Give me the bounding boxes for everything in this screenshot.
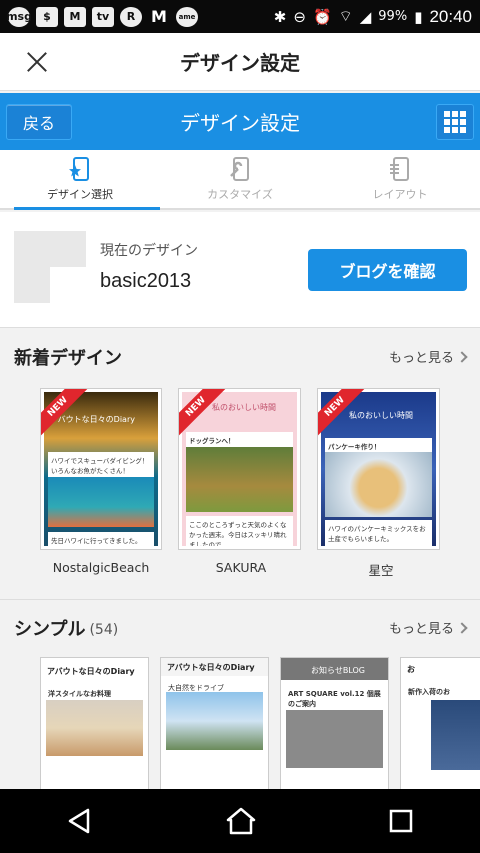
thumb-photo — [286, 710, 383, 768]
new-designs-section: 新着デザイン もっと見る アバウトな日々のDiary ハワイでスキューバダイビン… — [0, 329, 480, 599]
thumb-blog-title: アバウトな日々のDiary — [47, 667, 135, 676]
do-not-disturb-icon: ⊖ — [293, 7, 306, 26]
alarm-icon: ⏰ — [312, 7, 332, 26]
simple-design-card[interactable]: アバウトな日々のDiary 洋スタイルなお料理 — [40, 657, 149, 789]
more-label: もっと見る — [388, 351, 454, 366]
phone-layout-icon — [390, 157, 409, 181]
mcdonalds-icon: M — [148, 6, 170, 27]
bluetooth-icon: ✱ — [273, 7, 287, 26]
thumb-photo — [325, 452, 432, 517]
thumb-photo — [166, 692, 263, 750]
thumb-photo — [186, 447, 293, 512]
tab-label: デザイン選択 — [47, 188, 113, 201]
current-design-name: basic2013 — [100, 270, 192, 292]
thumb-post-title: 新作入荷のお — [405, 684, 480, 700]
status-bar: msg $ M tv R M ame ✱ ⊖ ⏰ ⌔ ◢ 99% ▮ 20:40 — [0, 0, 480, 33]
thumb-post-title: ドッグランへ！ — [186, 432, 293, 448]
header-title: デザイン設定 — [180, 111, 300, 135]
more-link[interactable]: もっと見る — [388, 347, 468, 366]
tab-label: カスタマイズ — [207, 188, 273, 201]
thumb-post-text: ハワイのパンケーキミックスをお土産でもらいました。 — [325, 520, 432, 546]
simple-design-card[interactable]: お知らせBLOG ART SQUARE vol.12 個展のご案内 — [280, 657, 389, 789]
battery-percent: 99% — [378, 9, 408, 24]
back-triangle-icon[interactable] — [66, 807, 94, 835]
design-card-name: NostalgicBeach — [52, 560, 150, 575]
thumb-blog-title: アバウトな日々のDiary — [167, 663, 255, 672]
gmail-icon: M — [64, 6, 86, 27]
recent-apps-icon[interactable] — [388, 808, 414, 834]
design-card-nostalgic-beach[interactable]: アバウトな日々のDiary ハワイでスキューバダイビング！いろんなお魚がたくさん… — [40, 388, 162, 550]
grid-menu-button[interactable] — [436, 104, 474, 140]
chevron-right-icon — [456, 350, 468, 363]
design-card-hoshizora[interactable]: 私のおいしい時間 パンケーキ作り！ ハワイのパンケーキミックスをお土産でもらいま… — [317, 388, 440, 550]
wifi-icon: ⌔ — [338, 7, 353, 25]
section-title: 新着デザイン — [14, 347, 122, 369]
phone-star-icon — [69, 157, 89, 181]
tab-bar: デザイン選択 カスタマイズ レイアウト — [0, 150, 480, 210]
more-link[interactable]: もっと見る — [388, 618, 468, 637]
phone-wrench-icon — [230, 157, 249, 181]
simple-design-card[interactable]: お 新作入荷のお — [400, 657, 480, 789]
design-card-name: 星空 — [368, 563, 394, 578]
ameba-icon: ame — [176, 6, 198, 27]
back-button[interactable]: 戻る — [6, 104, 72, 140]
thumb-blog-title: 私のおいしい時間 — [349, 411, 413, 420]
section-count: (54) — [89, 621, 119, 638]
thumb-post-title: ART SQUARE vol.12 個展のご案内 — [285, 686, 384, 712]
tab-customize[interactable]: カスタマイズ — [160, 150, 320, 208]
tab-layout[interactable]: レイアウト — [320, 150, 480, 208]
clock: 20:40 — [429, 6, 472, 26]
section-title: シンプル — [14, 618, 86, 640]
close-icon[interactable] — [22, 47, 52, 77]
tab-design-select[interactable]: デザイン選択 — [0, 150, 160, 210]
simple-design-card[interactable]: アバウトな日々のDiary 大自然をドライブ — [160, 657, 269, 789]
thumb-post-text: ここのところずっと天気のよくなかった週末。今日はスッキリ晴れましたので... — [186, 516, 293, 546]
thumb-blog-title: 私のおいしい時間 — [212, 403, 276, 412]
grid-icon — [444, 111, 466, 133]
thumb-blog-title: お知らせBLOG — [311, 666, 365, 675]
design-header: 戻る デザイン設定 — [0, 93, 480, 150]
current-design-thumbnail — [14, 231, 86, 303]
tab-label: レイアウト — [372, 188, 428, 201]
simple-designs-section: シンプル (54) もっと見る アバウトな日々のDiary 洋スタイルなお料理 … — [0, 600, 480, 789]
thumb-blog-title: アバウトな日々のDiary — [50, 415, 135, 424]
messages-icon: msg — [6, 6, 32, 27]
current-design-label: 現在のデザイン — [100, 243, 198, 259]
view-blog-button[interactable]: ブログを確認 — [308, 249, 467, 291]
thumb-post-text: ハワイでスキューバダイビング！いろんなお魚がたくさん！ — [48, 452, 154, 478]
tv-icon: tv — [92, 6, 114, 27]
page-title: デザイン設定 — [180, 51, 300, 75]
design-card-name: SAKURA — [215, 560, 267, 575]
design-card-sakura[interactable]: 私のおいしい時間 ドッグランへ！ ここのところずっと天気のよくなかった週末。今日… — [178, 388, 301, 550]
battery-icon: ▮ — [414, 7, 423, 26]
thumb-photo — [431, 700, 480, 770]
system-nav-bar — [0, 789, 480, 853]
thumb-footer-text: 先日ハワイに行ってきました。 — [48, 532, 154, 546]
signal-icon: ◢ — [359, 7, 372, 26]
current-design-panel: 現在のデザイン basic2013 ブログを確認 — [0, 212, 480, 328]
thumb-blog-title: お — [407, 665, 415, 674]
thumb-photo — [46, 700, 143, 756]
app-bar: デザイン設定 — [0, 33, 480, 91]
thumb-photo — [48, 477, 154, 527]
home-icon[interactable] — [226, 807, 256, 835]
money-app-icon: $ — [36, 6, 58, 27]
chevron-right-icon — [456, 621, 468, 634]
rakuten-icon: R — [120, 6, 142, 27]
more-label: もっと見る — [388, 622, 454, 637]
